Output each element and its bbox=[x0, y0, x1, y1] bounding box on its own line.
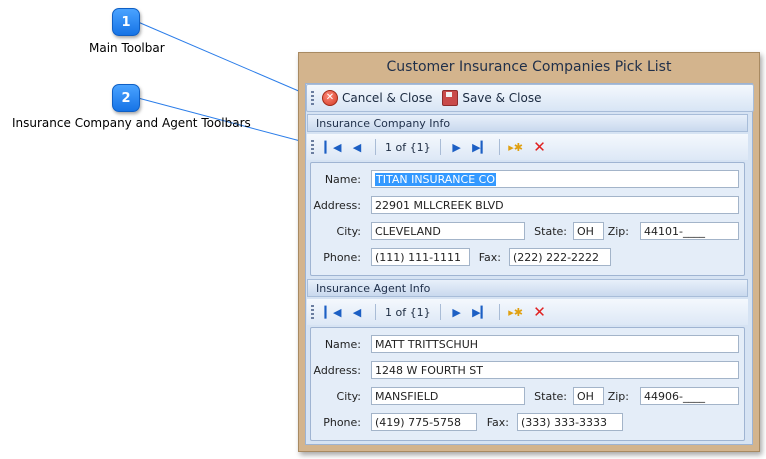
agent-address-label: Address: bbox=[313, 364, 361, 377]
company-name-label: Name: bbox=[324, 173, 361, 186]
toolbar-separator bbox=[498, 139, 500, 155]
toolbar-separator bbox=[439, 304, 441, 320]
last-record-icon[interactable]: ▶▎ bbox=[470, 302, 492, 322]
agent-phone-label: Phone: bbox=[323, 416, 361, 429]
save-disk-icon bbox=[442, 90, 459, 106]
record-position: 1 of {1} bbox=[385, 140, 431, 154]
agent-info-panel: Name: MATT TRITTSCHUH Address: 1248 W FO… bbox=[310, 327, 745, 441]
agent-state-label: State: bbox=[534, 390, 567, 403]
toolbar-separator bbox=[375, 139, 376, 155]
window-title: Customer Insurance Companies Pick List bbox=[386, 59, 672, 75]
toolbar-grip-icon[interactable] bbox=[311, 91, 314, 105]
cancel-icon: ✕ bbox=[322, 90, 338, 106]
toolbar-separator bbox=[498, 304, 500, 320]
agent-city-field[interactable]: MANSFIELD bbox=[371, 387, 525, 405]
last-record-icon[interactable]: ▶▎ bbox=[470, 137, 492, 157]
next-record-icon[interactable]: ▶ bbox=[446, 302, 468, 322]
company-phone-field[interactable]: (111) 111-1111 bbox=[371, 248, 470, 266]
record-position: 1 of {1} bbox=[385, 305, 431, 319]
agent-name-label: Name: bbox=[324, 338, 361, 351]
company-zip-field[interactable]: 44101-____ bbox=[640, 222, 739, 240]
company-nav-toolbar: ▎◀ ◀ 1 of {1} ▶ ▶▎ ▸✱ ✕ bbox=[307, 134, 748, 160]
previous-record-icon[interactable]: ◀ bbox=[346, 137, 368, 157]
agent-name-field[interactable]: MATT TRITTSCHUH bbox=[371, 335, 739, 353]
company-phone-label: Phone: bbox=[323, 251, 361, 264]
agent-city-label: City: bbox=[336, 390, 361, 403]
company-city-field[interactable]: CLEVELAND bbox=[371, 222, 525, 240]
window-content: ✕ Cancel & Close Save & Close Insurance … bbox=[305, 83, 754, 445]
callout-badge-2: 2 bbox=[112, 84, 140, 112]
company-address-field[interactable]: 22901 MLLCREEK BLVD bbox=[371, 196, 739, 214]
company-zip-label: Zip: bbox=[607, 225, 629, 238]
agent-section-header: Insurance Agent Info bbox=[307, 279, 748, 297]
agent-zip-field[interactable]: 44906-____ bbox=[640, 387, 739, 405]
callout-badge-1: 1 bbox=[112, 8, 140, 36]
company-address-label: Address: bbox=[313, 199, 361, 212]
save-close-label: Save & Close bbox=[462, 91, 542, 105]
pick-list-window: Customer Insurance Companies Pick List ✕… bbox=[298, 52, 760, 452]
company-section-header: Insurance Company Info bbox=[307, 114, 748, 132]
toolbar-grip-icon[interactable] bbox=[311, 140, 314, 154]
delete-icon[interactable]: ✕ bbox=[529, 302, 551, 322]
company-state-label: State: bbox=[534, 225, 567, 238]
company-info-panel: Name: TITAN INSURANCE CO Address: 22901 … bbox=[310, 162, 745, 276]
main-toolbar: ✕ Cancel & Close Save & Close bbox=[306, 84, 754, 112]
cancel-close-label: Cancel & Close bbox=[342, 91, 433, 105]
agent-nav-toolbar: ▎◀ ◀ 1 of {1} ▶ ▶▎ ▸✱ ✕ bbox=[307, 299, 748, 325]
add-new-icon[interactable]: ▸✱ bbox=[505, 302, 527, 322]
first-record-icon[interactable]: ▎◀ bbox=[322, 137, 344, 157]
toolbar-grip-icon[interactable] bbox=[311, 305, 314, 319]
add-new-icon[interactable]: ▸✱ bbox=[505, 137, 527, 157]
agent-fax-label: Fax: bbox=[486, 416, 509, 429]
save-close-button[interactable]: Save & Close bbox=[442, 90, 541, 106]
toolbar-separator bbox=[375, 304, 376, 320]
company-name-value: TITAN INSURANCE CO bbox=[375, 173, 497, 186]
agent-state-field[interactable]: OH bbox=[573, 387, 604, 405]
delete-icon[interactable]: ✕ bbox=[529, 137, 551, 157]
company-name-field[interactable]: TITAN INSURANCE CO bbox=[371, 170, 739, 188]
previous-record-icon[interactable]: ◀ bbox=[346, 302, 368, 322]
company-fax-label: Fax: bbox=[478, 251, 501, 264]
callout-label-2: Insurance Company and Agent Toolbars bbox=[12, 116, 251, 130]
company-state-field[interactable]: OH bbox=[573, 222, 604, 240]
company-city-label: City: bbox=[336, 225, 361, 238]
agent-phone-field[interactable]: (419) 775-5758 bbox=[371, 413, 477, 431]
first-record-icon[interactable]: ▎◀ bbox=[322, 302, 344, 322]
toolbar-separator bbox=[439, 139, 441, 155]
callout-label-1: Main Toolbar bbox=[89, 41, 165, 55]
agent-zip-label: Zip: bbox=[607, 390, 629, 403]
agent-address-field[interactable]: 1248 W FOURTH ST bbox=[371, 361, 739, 379]
company-fax-field[interactable]: (222) 222-2222 bbox=[509, 248, 611, 266]
cancel-close-button[interactable]: ✕ Cancel & Close bbox=[322, 90, 432, 106]
next-record-icon[interactable]: ▶ bbox=[446, 137, 468, 157]
agent-fax-field[interactable]: (333) 333-3333 bbox=[517, 413, 623, 431]
